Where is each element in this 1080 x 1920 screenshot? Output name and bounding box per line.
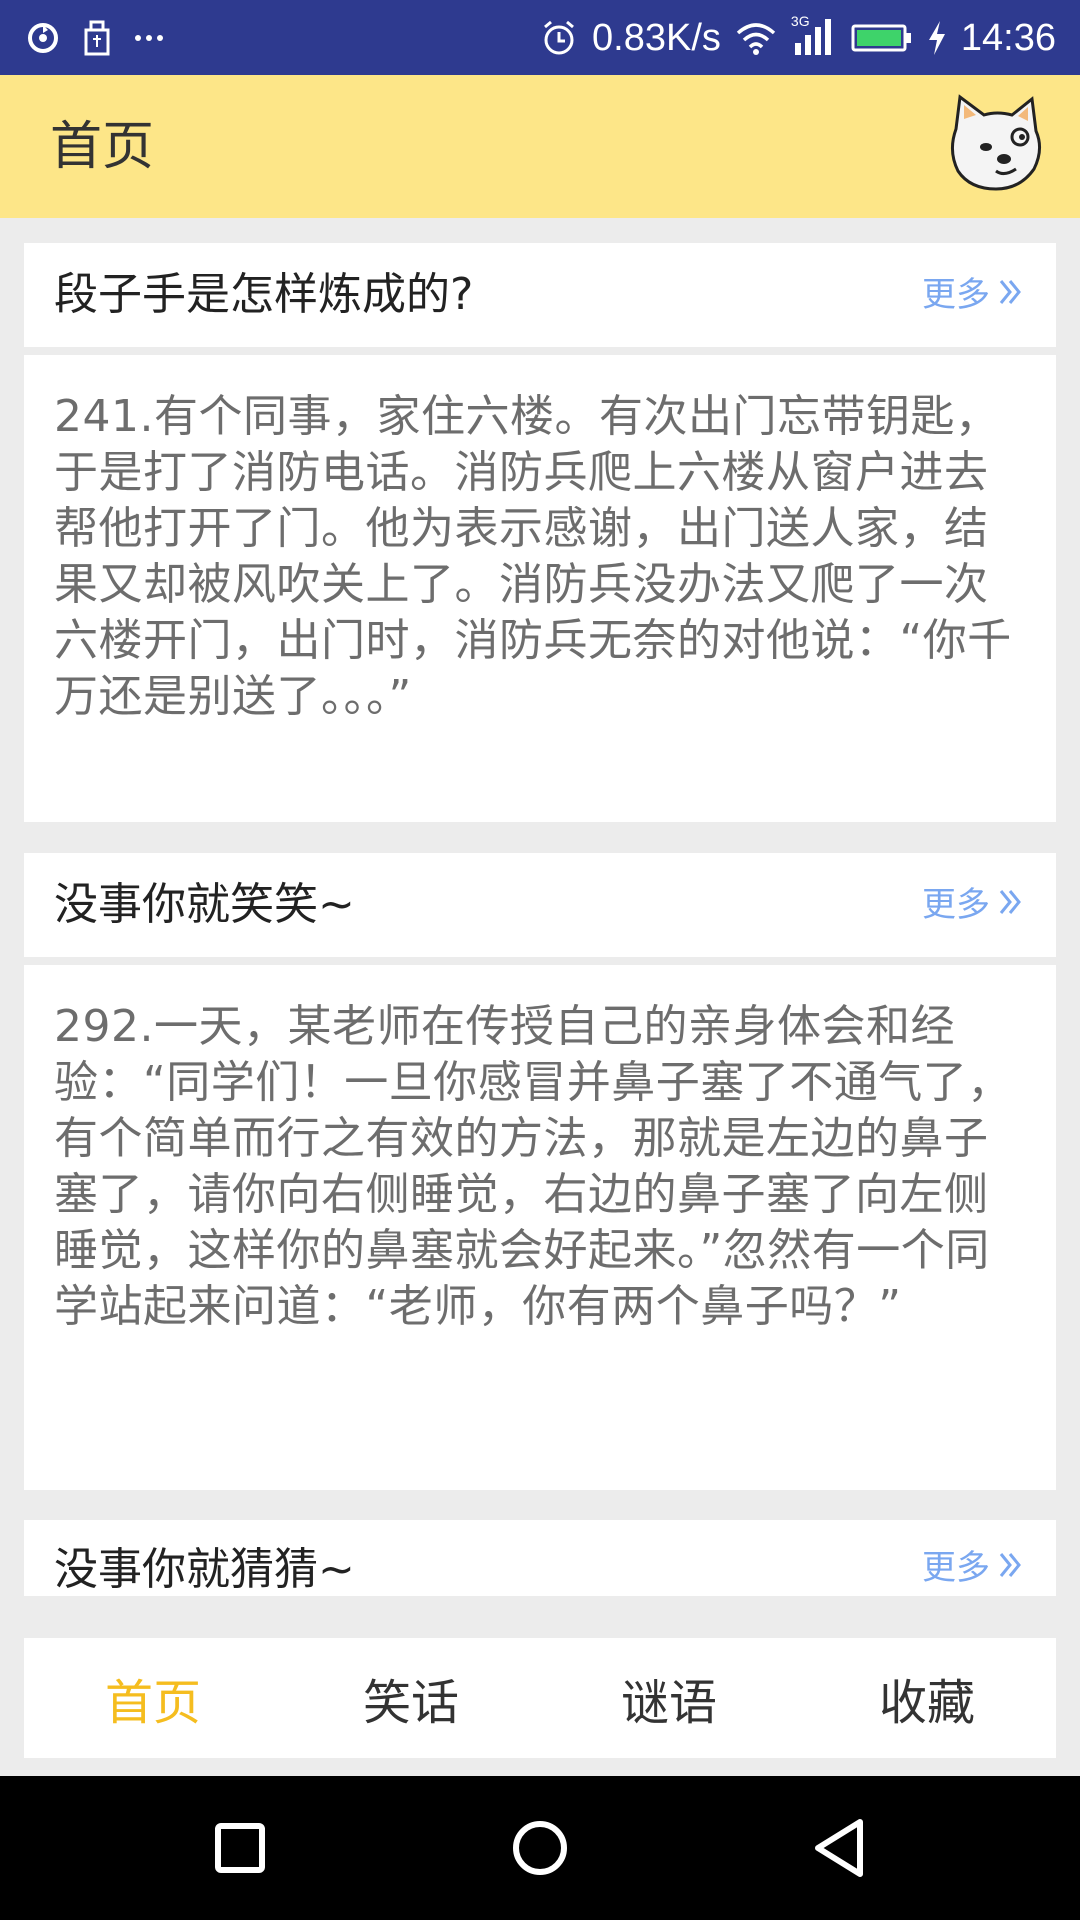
section-title: 没事你就猜猜~ — [54, 1544, 355, 1595]
back-button[interactable] — [804, 1812, 876, 1884]
double-chevron-right-icon — [998, 1544, 1022, 1592]
recents-button[interactable] — [204, 1812, 276, 1884]
section-title: 段子手是怎样炼成的? — [54, 269, 474, 320]
tab-home[interactable]: 首页 — [85, 1647, 221, 1749]
circle-icon — [513, 1821, 567, 1875]
signal-icon: 3G — [791, 13, 837, 57]
joke-content: 241.有个同事，家住六楼。有次出门忘带钥匙，于是打了消防电话。消防兵爬上六楼从… — [54, 391, 1012, 722]
more-label: 更多 — [922, 275, 990, 315]
joke-card[interactable]: 292.一天，某老师在传授自己的亲身体会和经验：“同学们！一旦你感冒并鼻子塞了不… — [24, 965, 1056, 1490]
more-link[interactable]: 更多 — [922, 1544, 1022, 1592]
section-header: 段子手是怎样炼成的? 更多 — [24, 243, 1056, 347]
usb-icon — [82, 20, 112, 56]
double-chevron-right-icon — [998, 271, 1022, 319]
battery-icon — [851, 23, 913, 53]
more-link[interactable]: 更多 — [922, 881, 1022, 929]
joke-card[interactable]: 241.有个同事，家住六楼。有次出门忘带钥匙，于是打了消防电话。消防兵爬上六楼从… — [24, 355, 1056, 822]
more-label: 更多 — [922, 885, 990, 925]
tab-favorites[interactable]: 收藏 — [859, 1647, 995, 1749]
wifi-icon — [735, 21, 777, 55]
network-speed: 0.83K/s — [592, 17, 721, 59]
joke-content: 292.一天，某老师在传授自己的亲身体会和经验：“同学们！一旦你感冒并鼻子塞了不… — [54, 1001, 1012, 1332]
more-link[interactable]: 更多 — [922, 271, 1022, 319]
sync-icon — [26, 21, 60, 55]
network-type-label: 3G — [790, 13, 810, 29]
status-bar: 0.83K/s 3G 14:36 — [0, 0, 1080, 75]
page-title: 首页 — [50, 117, 155, 177]
system-nav-bar — [0, 1776, 1080, 1920]
more-label: 更多 — [922, 1548, 990, 1588]
square-icon — [215, 1823, 265, 1873]
app-bar: 首页 — [0, 75, 1080, 218]
alarm-icon — [540, 19, 578, 57]
section-header: 没事你就猜猜~ 更多 — [24, 1520, 1056, 1596]
back-triangle-icon — [815, 1819, 863, 1877]
clock: 14:36 — [960, 17, 1056, 59]
charging-icon — [927, 20, 947, 56]
more-icon — [134, 33, 164, 43]
section-title: 没事你就笑笑~ — [54, 879, 355, 930]
double-chevron-right-icon — [998, 881, 1022, 929]
home-button[interactable] — [504, 1812, 576, 1884]
bottom-tab-bar: 首页 笑话 谜语 收藏 — [24, 1638, 1056, 1758]
cat-face-icon[interactable] — [942, 89, 1052, 199]
section-header: 没事你就笑笑~ 更多 — [24, 853, 1056, 957]
tab-riddles[interactable]: 谜语 — [601, 1647, 737, 1749]
tab-jokes[interactable]: 笑话 — [343, 1647, 479, 1749]
